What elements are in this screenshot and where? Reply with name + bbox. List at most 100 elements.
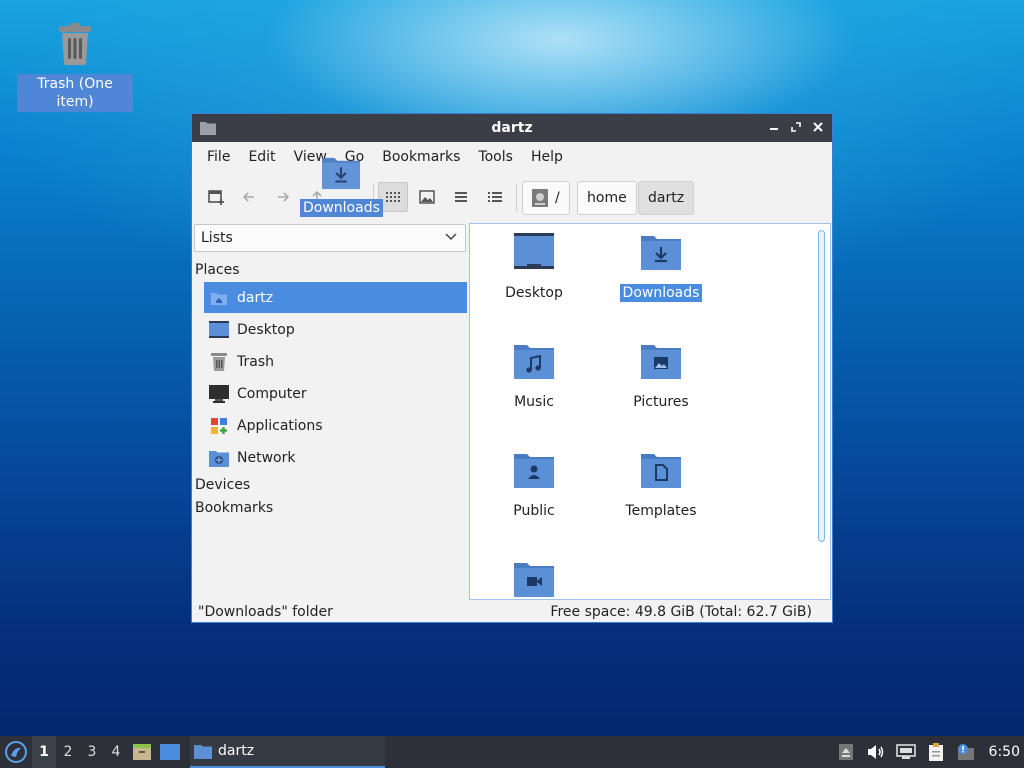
workspace-2[interactable]: 2 [56,736,80,768]
drag-ghost-downloads: Downloads [300,156,383,217]
place-label: Computer [237,385,307,402]
place-network[interactable]: Network [204,442,467,473]
desktop-folder-icon [514,233,554,269]
network-wired-icon [895,744,916,759]
breadcrumb-root[interactable]: / [522,181,570,215]
file-item-videos[interactable] [474,559,594,599]
file-item-templates[interactable]: Templates [601,450,721,520]
breadcrumb-dartz[interactable]: dartz [638,181,695,215]
task-dartz[interactable]: dartz [190,736,385,768]
grid-icon [386,192,400,202]
file-name: Public [513,503,555,519]
minimize-button[interactable] [766,119,782,135]
status-selection: "Downloads" folder [198,604,333,620]
show-desktop-button[interactable] [156,736,184,768]
public-folder-icon [514,454,554,488]
place-applications[interactable]: Applications [204,410,467,441]
back-button[interactable] [234,182,264,212]
eject-button[interactable] [831,736,861,768]
detailed-list-icon [488,192,502,202]
place-desktop[interactable]: Desktop [204,314,467,345]
bookmarks-header[interactable]: Bookmarks [195,500,273,516]
workspace-3[interactable]: 3 [80,736,104,768]
file-manager-window: dartz File Edit View Go Bookmarks Tools … [191,113,833,623]
side-pane: Lists Places dartz Desktop Trash Compute… [192,224,468,600]
file-name: Desktop [505,285,563,301]
toolbar-separator [516,184,517,212]
computer-icon [209,384,229,403]
maximize-icon [791,122,801,132]
breadcrumb-dartz-label: dartz [648,190,685,206]
compact-view-button[interactable] [446,182,476,212]
desktop-trash[interactable]: Trash (One item) [17,22,133,112]
network-tray-button[interactable] [891,736,921,768]
clipboard-button[interactable] [921,736,951,768]
new-tab-button[interactable] [201,182,231,212]
places-header: Places [195,262,240,278]
file-item-desktop[interactable]: Desktop [474,232,594,302]
file-manager-launcher[interactable] [128,736,156,768]
menu-help[interactable]: Help [522,142,572,172]
thumbnail-view-button[interactable] [412,182,442,212]
volume-button[interactable] [861,736,891,768]
detailed-view-button[interactable] [480,182,510,212]
place-dartz[interactable]: dartz [204,282,467,313]
network-icon [209,450,229,467]
title-bar[interactable]: dartz [192,114,832,142]
menu-tools[interactable]: Tools [469,142,522,172]
vertical-scrollbar[interactable] [818,230,825,542]
menu-bookmarks[interactable]: Bookmarks [373,142,469,172]
workspace-4[interactable]: 4 [104,736,128,768]
applications-icon [211,417,227,434]
folder-app-icon [200,122,216,135]
downloads-folder-icon [641,236,681,270]
new-tab-icon [208,190,224,205]
chevron-down-icon [445,233,457,241]
folder-icon [194,745,212,759]
file-item-public[interactable]: Public [474,450,594,520]
downloads-folder-icon [322,157,360,190]
minimize-icon [770,128,778,130]
close-button[interactable] [810,119,826,135]
menu-edit[interactable]: Edit [239,142,284,172]
file-view[interactable]: Desktop Downloads Music Pictures Public … [469,223,831,600]
desktop-trash-label: Trash (One item) [17,74,133,112]
breadcrumb-home[interactable]: home [577,181,637,215]
file-name: Downloads [619,284,703,302]
file-item-downloads[interactable]: Downloads [601,232,721,302]
start-menu-button[interactable] [0,736,32,768]
place-label: dartz [237,289,274,306]
file-item-music[interactable]: Music [474,341,594,411]
place-label: Desktop [237,321,295,338]
menu-file[interactable]: File [198,142,239,172]
status-bar: "Downloads" folder Free space: 49.8 GiB … [192,601,832,623]
file-name: Music [514,394,554,410]
taskbar: 1 2 3 4 dartz 6:50 [0,736,1024,768]
videos-folder-icon [514,563,554,597]
place-trash[interactable]: Trash [204,346,467,377]
trash-icon [59,23,91,65]
forward-button[interactable] [268,182,298,212]
maximize-button[interactable] [788,119,804,135]
system-tray: 6:50 [831,736,1024,768]
place-computer[interactable]: Computer [204,378,467,409]
file-name: Pictures [633,394,689,410]
side-pane-mode-select[interactable]: Lists [194,224,466,252]
file-item-pictures[interactable]: Pictures [601,341,721,411]
templates-folder-icon [641,454,681,488]
place-label: Network [237,449,296,466]
updates-notification-button[interactable] [951,736,981,768]
trash-icon [211,352,227,371]
lubuntu-logo-icon [5,741,27,763]
status-free-space: Free space: 49.8 GiB (Total: 62.7 GiB) [550,604,812,620]
update-notifier-icon [957,744,974,760]
file-cabinet-icon [133,744,151,760]
breadcrumb-root-label: / [555,190,560,206]
devices-header[interactable]: Devices [195,477,250,493]
eject-icon [838,744,853,760]
workspace-1[interactable]: 1 [32,736,56,768]
window-title: dartz [491,120,533,136]
clock[interactable]: 6:50 [981,744,1024,760]
breadcrumb-home-label: home [587,190,627,206]
back-arrow-icon [242,192,254,202]
